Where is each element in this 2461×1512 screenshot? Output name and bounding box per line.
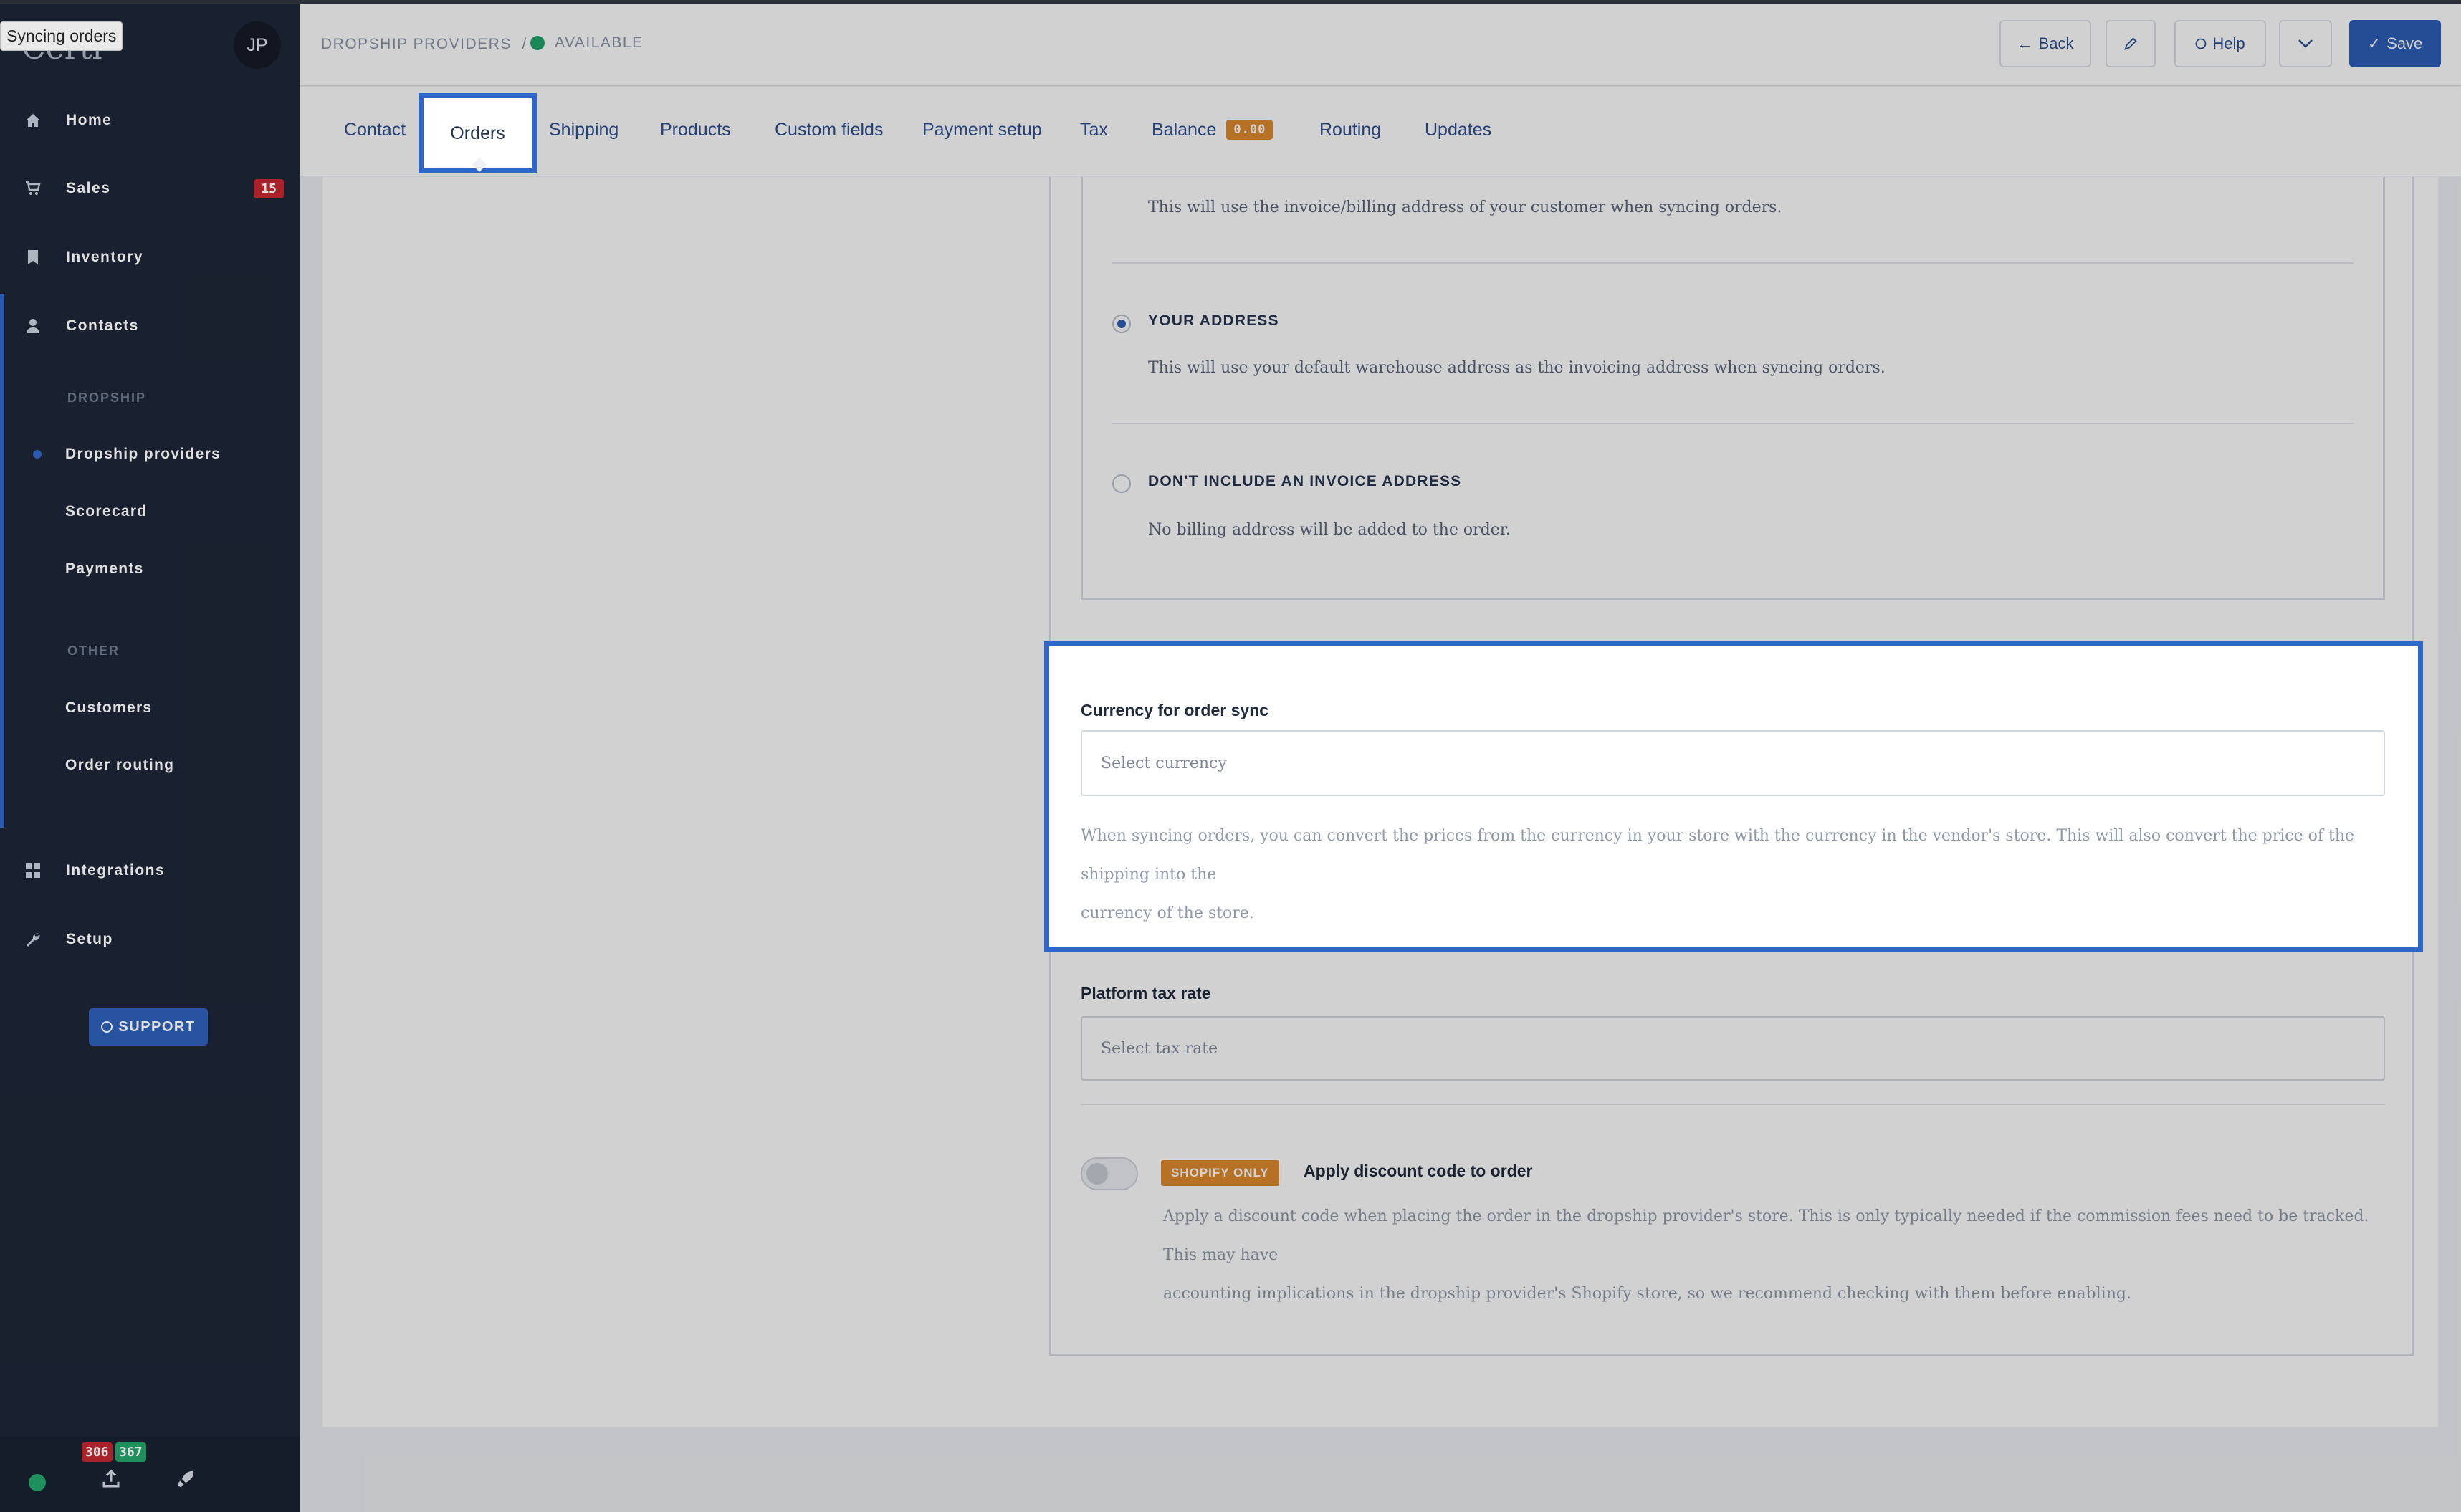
bookmark-icon — [0, 249, 66, 266]
save-label: Save — [2386, 34, 2423, 52]
wrench-icon — [0, 931, 66, 948]
currency-help-text: When syncing orders, you can convert the… — [1081, 817, 2392, 933]
tab-custom-fields[interactable]: Custom fields — [775, 120, 883, 140]
nav-scorecard[interactable]: Scorecard — [65, 503, 147, 520]
nav-home[interactable]: Home — [0, 99, 300, 142]
your-address-label[interactable]: YOUR ADDRESS — [1148, 312, 1279, 330]
shopify-only-badge: SHOPIFY ONLY — [1161, 1160, 1279, 1186]
no-invoice-address-description: No billing address will be added to the … — [1148, 521, 1511, 539]
balance-badge: 0.00 — [1226, 120, 1273, 140]
grid-icon — [0, 863, 66, 879]
support-button[interactable]: SUPPORT — [89, 1008, 208, 1046]
discount-help-text: Apply a discount code when placing the o… — [1163, 1197, 2381, 1314]
tab-tax[interactable]: Tax — [1080, 120, 1108, 140]
chevron-down-icon — [2298, 39, 2313, 48]
discount-title: Apply discount code to order — [1304, 1162, 1533, 1180]
nav-inventory-label: Inventory — [66, 249, 144, 265]
arrow-left-icon: ← — [2017, 34, 2033, 52]
customer-address-description: This will use the invoice/billing addres… — [1148, 198, 1782, 216]
tab-products[interactable]: Products — [660, 120, 731, 140]
currency-sync-panel: Currency for order sync Select currency … — [1044, 641, 2423, 952]
nav-contacts[interactable]: Contacts — [0, 305, 300, 348]
currency-select[interactable]: Select currency — [1081, 730, 2385, 796]
currency-label: Currency for order sync — [1081, 701, 1269, 719]
divider — [1112, 262, 2354, 264]
divider — [1112, 423, 2354, 424]
top-header: DROPSHIP PROVIDERS / AVAILABLE ← Back He… — [300, 4, 2461, 86]
nav-sales[interactable]: Sales 15 — [0, 167, 300, 210]
back-button[interactable]: ← Back — [1999, 20, 2091, 67]
user-avatar[interactable]: JP — [234, 21, 281, 69]
tab-updates[interactable]: Updates — [1425, 120, 1491, 140]
status-indicator: AVAILABLE — [530, 34, 644, 52]
tax-rate-select[interactable]: Select tax rate — [1081, 1016, 2385, 1081]
sales-count-badge: 15 — [254, 178, 284, 198]
nav-dropship-providers[interactable]: Dropship providers — [65, 446, 221, 463]
tab-balance-label: Balance — [1152, 120, 1217, 140]
cart-icon — [0, 180, 66, 197]
tab-routing[interactable]: Routing — [1319, 120, 1381, 140]
person-icon — [0, 317, 66, 335]
sidebar-footer: 306 367 — [0, 1437, 300, 1512]
tab-orders-label: Orders — [450, 123, 505, 143]
discount-toggle[interactable] — [1081, 1157, 1138, 1190]
upload-icon[interactable] — [100, 1468, 122, 1496]
nav-inventory[interactable]: Inventory — [0, 236, 300, 279]
green-counter-badge: 367 — [115, 1442, 146, 1462]
breadcrumb[interactable]: DROPSHIP PROVIDERS / — [321, 36, 527, 53]
nav-home-label: Home — [66, 112, 113, 128]
sidebar: Certi Syncing orders JP Home Sales 15 In… — [0, 0, 2461, 1512]
tab-pointer — [472, 158, 487, 172]
nav-setup-label: Setup — [66, 931, 113, 947]
tax-rate-label: Platform tax rate — [1081, 984, 1211, 1003]
tab-bar: Contact Shipping Products Custom fields … — [300, 87, 2461, 176]
save-button[interactable]: ✓ Save — [2349, 20, 2441, 67]
connection-status-icon — [29, 1474, 46, 1491]
nav-payments[interactable]: Payments — [65, 560, 144, 578]
tab-shipping[interactable]: Shipping — [549, 120, 618, 140]
active-dot-icon — [33, 450, 42, 459]
discount-help-line-1: Apply a discount code when placing the o… — [1163, 1207, 2369, 1264]
breadcrumb-label: DROPSHIP PROVIDERS — [321, 36, 512, 52]
more-dropdown-button[interactable] — [2279, 20, 2332, 67]
no-invoice-address-label[interactable]: DON'T INCLUDE AN INVOICE ADDRESS — [1148, 473, 1461, 490]
help-button[interactable]: Help — [2174, 20, 2266, 67]
tab-orders[interactable]: Orders — [419, 93, 537, 173]
dropship-group-label: DROPSHIP — [67, 391, 147, 405]
nav-integrations[interactable]: Integrations — [0, 849, 300, 892]
divider — [1081, 1104, 2385, 1105]
status-dot-icon — [530, 36, 545, 50]
no-invoice-address-radio[interactable] — [1112, 474, 1131, 493]
rocket-icon[interactable] — [175, 1468, 196, 1496]
check-icon: ✓ — [2367, 34, 2381, 52]
your-address-radio[interactable] — [1112, 315, 1131, 333]
currency-help-line-2: currency of the store. — [1081, 904, 1254, 922]
tab-balance[interactable]: Balance 0.00 — [1152, 120, 1273, 140]
tab-payment-setup[interactable]: Payment setup — [922, 120, 1042, 140]
nav-sales-label: Sales — [66, 180, 111, 196]
back-label: Back — [2038, 34, 2074, 52]
help-circle-icon — [101, 1021, 113, 1033]
edit-button[interactable] — [2106, 20, 2156, 67]
contacts-active-indicator — [0, 294, 4, 828]
syncing-tooltip: Syncing orders — [0, 21, 123, 51]
status-label: AVAILABLE — [555, 34, 644, 51]
tab-contact[interactable]: Contact — [344, 120, 406, 140]
help-label: Help — [2212, 34, 2245, 52]
your-address-description: This will use your default warehouse add… — [1148, 359, 1886, 377]
currency-help-line-1: When syncing orders, you can convert the… — [1081, 827, 2355, 884]
pencil-icon — [2124, 37, 2137, 50]
toggle-knob — [1086, 1163, 1108, 1185]
discount-help-line-2: accounting implications in the dropship … — [1163, 1285, 2131, 1303]
other-group-label: OTHER — [67, 643, 120, 658]
home-icon — [0, 112, 66, 129]
help-icon — [2195, 38, 2207, 49]
nav-order-routing[interactable]: Order routing — [65, 757, 174, 774]
nav-setup[interactable]: Setup — [0, 918, 300, 961]
nav-integrations-label: Integrations — [66, 862, 166, 879]
nav-contacts-label: Contacts — [66, 317, 139, 334]
nav-customers[interactable]: Customers — [65, 699, 152, 717]
support-label: SUPPORT — [118, 1018, 196, 1035]
red-counter-badge: 306 — [82, 1442, 113, 1462]
